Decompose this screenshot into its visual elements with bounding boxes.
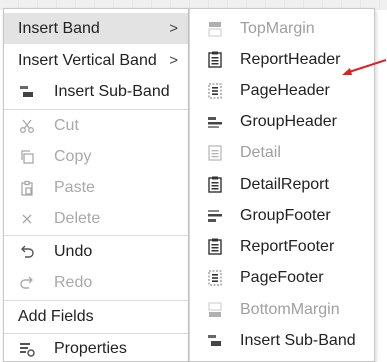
page-footer-icon — [206, 269, 224, 287]
menu-item-add-fields[interactable]: Add Fields — [4, 301, 188, 332]
submenu-item-label: PageHeader — [240, 81, 330, 99]
menu-item-insert-vertical-band[interactable]: Insert Vertical Band > — [4, 45, 188, 76]
menu-item-label: Add Fields — [18, 307, 94, 325]
submenu-item-page-footer[interactable]: PageFooter — [190, 262, 374, 293]
menu-item-label: Copy — [54, 147, 92, 165]
undo-icon — [18, 243, 36, 261]
menu-item-label: Delete — [54, 209, 101, 227]
page-header-icon — [206, 82, 224, 100]
annotation-arrow-icon — [342, 59, 387, 75]
menu-item-redo[interactable]: Redo — [4, 267, 188, 298]
copy-icon — [18, 148, 36, 166]
group-header-icon — [206, 113, 224, 131]
submenu-item-bottom-margin[interactable]: BottomMargin — [190, 294, 374, 325]
menu-item-label: Undo — [54, 242, 93, 260]
submenu-item-page-header[interactable]: PageHeader — [190, 75, 374, 106]
detail-icon — [206, 144, 224, 162]
menu-item-insert-sub-band[interactable]: Insert Sub-Band — [4, 76, 188, 107]
report-header-icon — [206, 51, 224, 69]
submenu-item-label: Insert Sub-Band — [240, 331, 356, 349]
menu-item-label: Cut — [54, 116, 79, 134]
submenu-item-report-footer[interactable]: ReportFooter — [190, 231, 374, 262]
submenu-item-label: GroupFooter — [240, 206, 331, 224]
redo-icon — [18, 274, 36, 292]
submenu-item-label: ReportFooter — [240, 237, 335, 255]
menu-item-label: Insert Sub-Band — [54, 82, 170, 100]
menu-item-copy[interactable]: Copy — [4, 141, 188, 172]
menu-item-paste[interactable]: Paste — [4, 172, 188, 203]
submenu-item-label: GroupHeader — [240, 112, 337, 130]
menu-item-cut[interactable]: Cut — [4, 110, 188, 141]
menu-item-delete[interactable]: Delete — [4, 203, 188, 234]
menu-item-label: Redo — [54, 273, 93, 291]
submenu-item-label: BottomMargin — [240, 300, 340, 318]
menu-item-undo[interactable]: Undo — [4, 236, 188, 267]
menu-item-properties[interactable]: Properties — [4, 333, 188, 362]
menu-item-insert-band[interactable]: Insert Band > — [4, 13, 188, 44]
submenu-item-detail-report[interactable]: DetailReport — [190, 169, 374, 200]
sub-band-icon — [18, 83, 36, 101]
submenu-item-top-margin[interactable]: TopMargin — [190, 13, 374, 44]
menu-item-label: Insert Band — [18, 19, 100, 37]
properties-icon — [18, 340, 36, 358]
menu-item-label: Paste — [54, 178, 95, 196]
menu-item-label: Insert Vertical Band — [18, 51, 157, 69]
submenu-item-label: DetailReport — [240, 175, 329, 193]
submenu-item-detail[interactable]: Detail — [190, 137, 374, 168]
report-footer-icon — [206, 238, 224, 256]
context-menu: Insert Band > Insert Vertical Band > Ins… — [3, 8, 189, 362]
sub-band-icon — [206, 332, 224, 350]
close-icon — [18, 210, 36, 228]
submenu-item-group-footer[interactable]: GroupFooter — [190, 200, 374, 231]
submenu-item-label: PageFooter — [240, 268, 324, 286]
paste-icon — [18, 179, 36, 197]
menu-item-label: Properties — [54, 339, 127, 357]
submenu-item-label: ReportHeader — [240, 50, 341, 68]
submenu-item-insert-sub-band[interactable]: Insert Sub-Band — [190, 325, 374, 356]
detail-report-icon — [206, 176, 224, 194]
group-footer-icon — [206, 207, 224, 225]
scissors-icon — [18, 117, 36, 135]
submenu-item-group-header[interactable]: GroupHeader — [190, 106, 374, 137]
top-margin-icon — [206, 20, 224, 38]
submenu-item-label: TopMargin — [240, 19, 315, 37]
bottom-margin-icon — [206, 301, 224, 319]
chevron-right-icon: > — [169, 20, 178, 37]
chevron-right-icon: > — [169, 52, 178, 69]
submenu-item-label: Detail — [240, 143, 281, 161]
